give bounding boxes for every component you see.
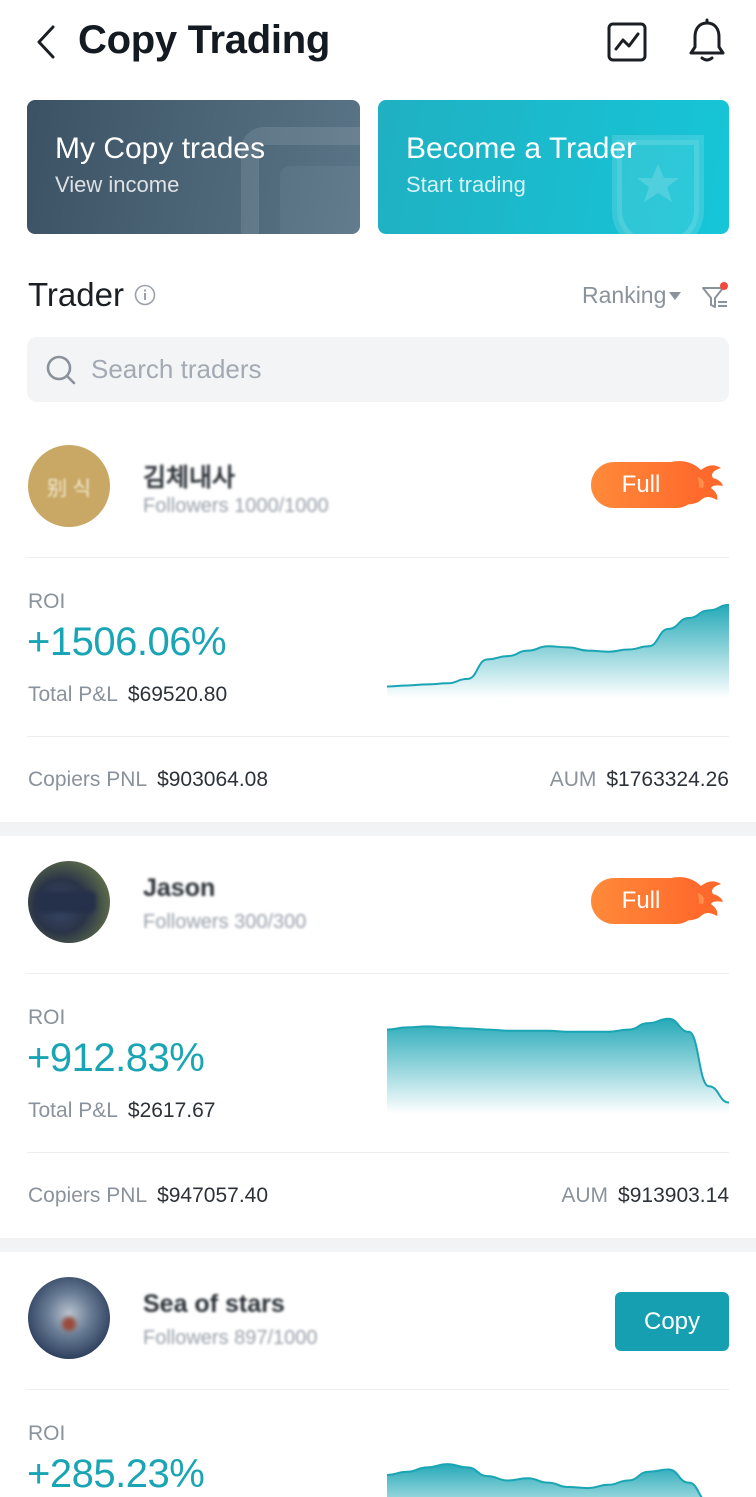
- total-pnl-row: Total P&L $69520.80: [28, 683, 227, 707]
- aum-value: $913903.14: [618, 1184, 729, 1207]
- divider: [27, 557, 729, 558]
- banner-title: My Copy trades: [55, 132, 266, 165]
- full-badge-label: Full: [591, 462, 699, 508]
- back-button[interactable]: [28, 22, 64, 62]
- roi-label: ROI: [28, 1422, 66, 1445]
- page-title: Copy Trading: [78, 18, 330, 62]
- aum-value: $1763324.26: [606, 768, 729, 791]
- banner-title: Become a Trader: [406, 132, 637, 165]
- trader-card[interactable]: Sea of stars Followers 897/1000 Copy ROI…: [0, 1252, 756, 1497]
- chevron-left-icon: [37, 25, 55, 59]
- copiers-pnl-row: Copiers PNL $903064.08: [28, 768, 268, 792]
- copiers-pnl-value: $947057.40: [157, 1184, 269, 1207]
- become-trader-banner[interactable]: Become a Trader Start trading: [378, 100, 729, 234]
- total-pnl-label: Total P&L: [28, 1099, 118, 1122]
- my-copy-trades-banner[interactable]: My Copy trades View income: [27, 100, 360, 234]
- roi-label: ROI: [28, 590, 66, 613]
- full-status-badge: Full: [591, 461, 723, 508]
- roi-value: +912.83%: [27, 1036, 205, 1080]
- avatar: [28, 1277, 110, 1359]
- divider: [27, 1389, 729, 1390]
- avatar: [28, 861, 110, 943]
- total-pnl-row: Total P&L $2617.67: [28, 1099, 215, 1123]
- ranking-dropdown[interactable]: Ranking: [582, 282, 682, 309]
- header: Copy Trading: [0, 0, 756, 90]
- followers-count: Followers 897/1000: [143, 1327, 318, 1349]
- trader-name: Sea of stars: [143, 1290, 285, 1318]
- trader-name: 김체내사: [143, 464, 236, 492]
- copiers-pnl-label: Copiers PNL: [28, 1184, 148, 1207]
- avatar: 别 식: [28, 445, 110, 527]
- divider: [27, 736, 729, 737]
- search-input[interactable]: [91, 337, 691, 402]
- roi-sparkline: [387, 1463, 703, 1497]
- roi-value: +1506.06%: [27, 620, 227, 664]
- chart-button[interactable]: [606, 21, 648, 63]
- shield-star-icon: [612, 135, 704, 234]
- info-icon[interactable]: [134, 284, 156, 306]
- caret-down-icon: [669, 291, 682, 300]
- aum-row: AUM $913903.14: [561, 1184, 729, 1208]
- card-separator: [0, 822, 756, 836]
- total-pnl-value: $2617.67: [127, 1099, 216, 1122]
- total-pnl-value: $69520.80: [127, 683, 228, 706]
- total-pnl-label: Total P&L: [28, 683, 118, 706]
- followers-count: Followers 300/300: [143, 911, 307, 933]
- filter-icon[interactable]: [700, 282, 730, 312]
- copiers-pnl-label: Copiers PNL: [28, 768, 148, 791]
- trader-section-header: Trader Ranking: [0, 268, 756, 324]
- trader-name: Jason: [143, 874, 216, 902]
- notifications-button[interactable]: [686, 18, 728, 64]
- card-separator: [0, 1238, 756, 1252]
- sparkline-area: [387, 1018, 729, 1114]
- full-badge-label: Full: [591, 878, 699, 924]
- divider: [27, 973, 729, 974]
- trader-card[interactable]: 别 식 김체내사 Followers 1000/1000 Full ROI +1…: [0, 420, 756, 822]
- roi-value: +285.23%: [27, 1452, 205, 1496]
- avatar-text: 别 식: [47, 477, 91, 500]
- search-bar[interactable]: [27, 337, 729, 402]
- aum-label: AUM: [561, 1184, 609, 1207]
- divider: [27, 1152, 729, 1153]
- banner-subtitle: Start trading: [406, 172, 526, 197]
- full-status-badge: Full: [591, 877, 723, 924]
- section-title: Trader: [28, 276, 124, 313]
- bell-icon: [689, 18, 725, 62]
- copy-button[interactable]: Copy: [615, 1292, 729, 1351]
- banner-decoration-icon: [241, 127, 360, 234]
- copiers-pnl-value: $903064.08: [157, 768, 269, 791]
- search-icon: [46, 355, 76, 385]
- sparkline-area: [387, 1464, 702, 1497]
- aum-label: AUM: [549, 768, 597, 791]
- followers-count: Followers 1000/1000: [143, 495, 329, 517]
- aum-row: AUM $1763324.26: [550, 768, 729, 792]
- copiers-pnl-row: Copiers PNL $947057.40: [28, 1184, 268, 1208]
- roi-sparkline: [387, 1017, 729, 1114]
- roi-label: ROI: [28, 1006, 66, 1029]
- banner-subtitle: View income: [55, 172, 180, 197]
- roi-sparkline: [387, 603, 729, 698]
- trader-card[interactable]: Jason Followers 300/300 Full ROI +912.83…: [0, 836, 756, 1238]
- ranking-label: Ranking: [582, 282, 667, 308]
- trend-chart-icon: [607, 22, 647, 62]
